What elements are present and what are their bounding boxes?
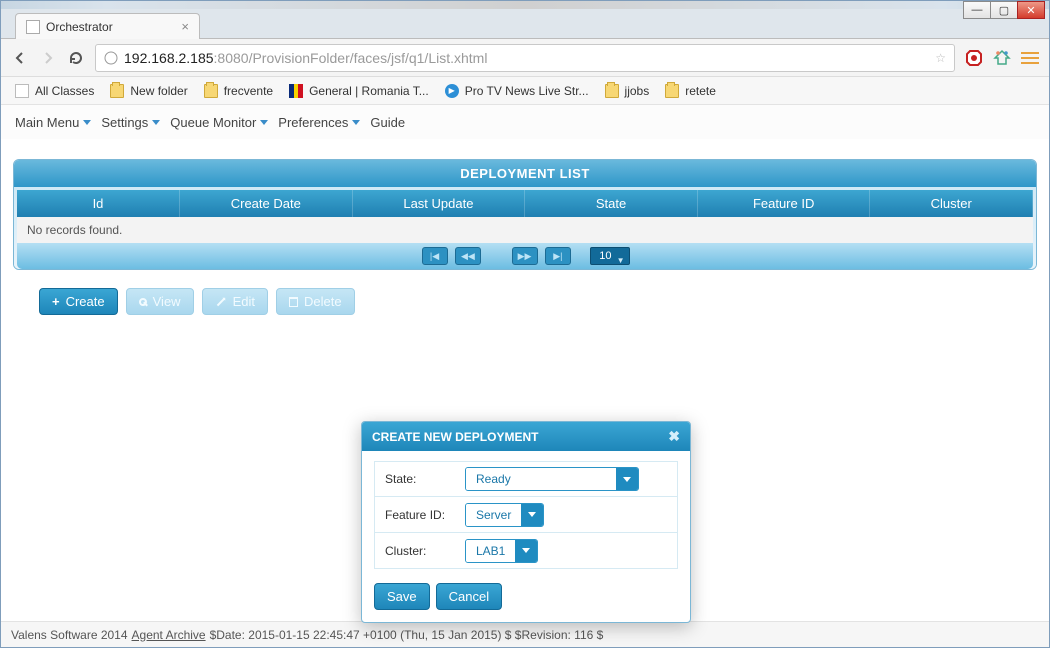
globe-icon xyxy=(104,51,118,65)
cluster-label: Cluster: xyxy=(375,544,465,558)
folder-icon xyxy=(665,84,679,98)
col-state[interactable]: State xyxy=(525,190,698,217)
chevron-down-icon xyxy=(260,120,268,125)
address-bar[interactable]: 192.168.2.185:8080/ProvisionFolder/faces… xyxy=(95,44,955,72)
bookmark-pro-tv[interactable]: ▶Pro TV News Live Str... xyxy=(445,84,589,98)
menu-settings[interactable]: Settings xyxy=(101,115,160,130)
menu-guide[interactable]: Guide xyxy=(370,115,405,130)
window-close-button[interactable]: ✕ xyxy=(1017,1,1045,19)
trash-icon xyxy=(289,297,298,307)
url-text: 192.168.2.185:8080/ProvisionFolder/faces… xyxy=(124,50,929,66)
folder-icon xyxy=(204,84,218,98)
bookmark-frecvente[interactable]: frecvente xyxy=(204,84,273,98)
footer-suffix: $Date: 2015-01-15 22:45:47 +0100 (Thu, 1… xyxy=(210,628,604,642)
deployment-list-panel: DEPLOYMENT LIST Id Create Date Last Upda… xyxy=(13,159,1037,270)
dialog-close-icon[interactable]: ✖ xyxy=(668,428,680,445)
feature-id-label: Feature ID: xyxy=(375,508,465,522)
tab-favicon xyxy=(26,20,40,34)
bookmark-all-classes[interactable]: All Classes xyxy=(15,84,94,98)
folder-icon xyxy=(605,84,619,98)
create-button[interactable]: +Create xyxy=(39,288,118,315)
table-header-row: Id Create Date Last Update State Feature… xyxy=(17,190,1033,217)
bookmark-general-romania[interactable]: General | Romania T... xyxy=(289,84,429,98)
delete-button[interactable]: Delete xyxy=(276,288,355,315)
bookmark-new-folder[interactable]: New folder xyxy=(110,84,187,98)
extension-home-icon[interactable] xyxy=(993,49,1011,67)
chevron-down-icon xyxy=(352,120,360,125)
cancel-button[interactable]: Cancel xyxy=(436,583,502,610)
bookmark-retete[interactable]: retete xyxy=(665,84,716,98)
chevron-down-icon xyxy=(152,120,160,125)
bookmark-star-icon[interactable]: ☆ xyxy=(935,51,946,65)
state-value: Ready xyxy=(466,468,616,490)
footer-prefix: Valens Software 2014 xyxy=(11,628,128,642)
chevron-down-icon xyxy=(83,120,91,125)
pencil-icon xyxy=(215,296,227,308)
cluster-value: LAB1 xyxy=(466,540,515,562)
reload-button[interactable] xyxy=(67,49,85,67)
chevron-down-icon xyxy=(616,468,638,490)
col-cluster[interactable]: Cluster xyxy=(870,190,1033,217)
paginator-prev-button[interactable]: ◀◀ xyxy=(455,247,481,265)
view-button[interactable]: View xyxy=(126,288,194,315)
paginator-pagesize-select[interactable]: 10 xyxy=(590,247,630,265)
state-select[interactable]: Ready xyxy=(465,467,639,491)
browser-toolbar: 192.168.2.185:8080/ProvisionFolder/faces… xyxy=(1,39,1049,77)
table-paginator: |◀ ◀◀ ▶▶ ▶| 10 xyxy=(17,243,1033,269)
play-icon: ▶ xyxy=(445,84,459,98)
folder-icon xyxy=(110,84,124,98)
menu-queue-monitor[interactable]: Queue Monitor xyxy=(170,115,268,130)
back-button[interactable] xyxy=(11,49,29,67)
app-menubar: Main Menu Settings Queue Monitor Prefere… xyxy=(1,105,1049,139)
window-title-bar xyxy=(1,1,1049,9)
deployment-table: Id Create Date Last Update State Feature… xyxy=(17,190,1033,243)
menu-preferences[interactable]: Preferences xyxy=(278,115,360,130)
paginator-next-button[interactable]: ▶▶ xyxy=(512,247,538,265)
extension-adblock-icon[interactable] xyxy=(965,49,983,67)
save-button[interactable]: Save xyxy=(374,583,430,610)
chevron-down-icon xyxy=(515,540,537,562)
tab-close-icon[interactable]: × xyxy=(181,19,189,34)
page-icon xyxy=(15,84,29,98)
chrome-menu-icon[interactable] xyxy=(1021,49,1039,67)
paginator-last-button[interactable]: ▶| xyxy=(545,247,571,265)
forward-button[interactable] xyxy=(39,49,57,67)
bookmark-jjobs[interactable]: jjobs xyxy=(605,84,650,98)
create-deployment-dialog: CREATE NEW DEPLOYMENT ✖ State: Ready Fea… xyxy=(361,421,691,623)
menu-main[interactable]: Main Menu xyxy=(15,115,91,130)
chevron-down-icon xyxy=(521,504,543,526)
state-label: State: xyxy=(375,472,465,486)
panel-title: DEPLOYMENT LIST xyxy=(14,160,1036,187)
bookmarks-bar: All Classes New folder frecvente General… xyxy=(1,77,1049,105)
paginator-first-button[interactable]: |◀ xyxy=(422,247,448,265)
col-create-date[interactable]: Create Date xyxy=(179,190,352,217)
dialog-title: CREATE NEW DEPLOYMENT xyxy=(372,430,538,444)
tab-title: Orchestrator xyxy=(46,20,113,34)
agent-archive-link[interactable]: Agent Archive xyxy=(132,628,206,642)
no-records-message: No records found. xyxy=(17,217,1033,243)
col-last-update[interactable]: Last Update xyxy=(352,190,525,217)
table-empty-row: No records found. xyxy=(17,217,1033,243)
window-maximize-button[interactable]: ▢ xyxy=(990,1,1018,19)
feature-id-value: Server xyxy=(466,504,521,526)
page-footer: Valens Software 2014 Agent Archive $Date… xyxy=(1,621,1049,647)
browser-tab[interactable]: Orchestrator × xyxy=(15,13,200,39)
col-feature-id[interactable]: Feature ID xyxy=(697,190,870,217)
feature-id-select[interactable]: Server xyxy=(465,503,544,527)
cluster-select[interactable]: LAB1 xyxy=(465,539,538,563)
browser-tab-strip: Orchestrator × xyxy=(1,9,1049,39)
search-icon xyxy=(139,298,147,306)
window-minimize-button[interactable]: — xyxy=(963,1,991,19)
flag-icon xyxy=(289,84,303,98)
edit-button[interactable]: Edit xyxy=(202,288,268,315)
col-id[interactable]: Id xyxy=(17,190,179,217)
plus-icon: + xyxy=(52,294,60,309)
